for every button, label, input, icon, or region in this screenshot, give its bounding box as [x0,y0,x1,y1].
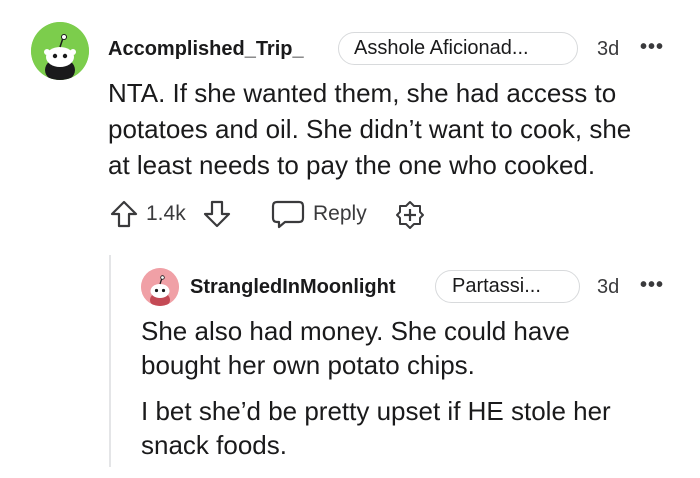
comment-line: at least needs to pay the one who cooked… [108,150,596,180]
more-options-icon[interactable]: ••• [640,36,664,59]
user-flair: Partassi... [435,270,580,303]
snoo-avatar-icon [31,22,89,80]
reply-line: bought her own potato chips. [141,350,475,380]
comment-body: NTA. If she wanted them, she had access … [108,75,688,183]
comment-line: potatoes and oil. She didn’t want to coo… [108,114,632,144]
reply-paragraph: I bet she’d be pretty upset if HE stole … [141,394,681,462]
comment-author[interactable]: Accomplished_Trip_ [108,38,304,61]
snoo-avatar-icon [141,268,179,306]
timestamp[interactable]: 3d [597,38,619,61]
avatar[interactable] [141,268,179,306]
user-flair: Asshole Aficionad... [338,32,578,65]
avatar[interactable] [31,22,89,80]
more-options-icon[interactable]: ••• [640,274,664,297]
reply-button[interactable]: Reply [313,202,367,226]
reply-paragraph: She also had money. She could have bough… [141,314,681,382]
vote-count: 1.4k [146,202,186,225]
reply-line: She also had money. She could have [141,316,570,346]
thread-line[interactable] [109,255,111,467]
reply-line: snack foods. [141,430,287,460]
downvote-icon[interactable] [202,199,232,229]
reply-line: I bet she’d be pretty upset if HE stole … [141,396,611,426]
upvote-icon[interactable] [109,199,139,229]
reply-author[interactable]: StrangledInMoonlight [190,276,396,299]
reply-body: She also had money. She could have bough… [141,314,681,474]
timestamp[interactable]: 3d [597,276,619,299]
comment-line: NTA. If she wanted them, she had access … [108,78,617,108]
award-icon[interactable] [395,200,425,230]
reply-icon[interactable] [271,199,305,229]
